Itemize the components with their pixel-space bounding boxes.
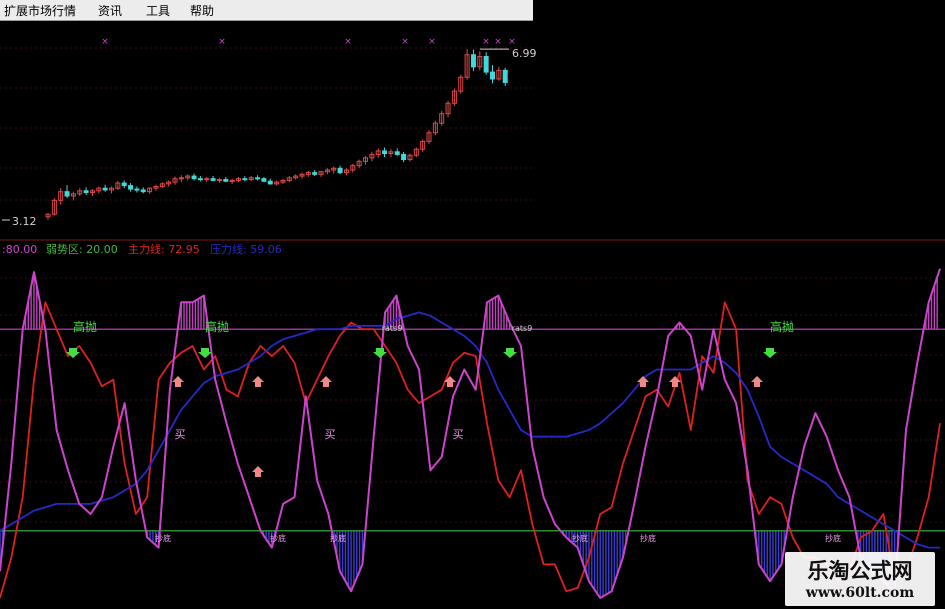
buy-signal-label: 买 <box>325 428 336 441</box>
buy-arrow-icon <box>669 376 681 387</box>
signal-marker: × <box>401 37 409 47</box>
candle-body <box>191 175 197 180</box>
candle-body <box>312 172 318 175</box>
sell-arrow-icon <box>198 348 212 358</box>
oversold-label: 抄底 <box>825 533 841 543</box>
candle-body <box>470 54 476 68</box>
sell-signal-label: 高抛 <box>205 319 229 334</box>
candle-body <box>140 189 146 193</box>
sell-arrow-icon <box>503 348 517 358</box>
sell-arrow-icon <box>373 348 387 358</box>
oversold-label: 抄底 <box>330 533 346 543</box>
menu-item-news[interactable]: 资讯 <box>98 2 122 19</box>
candle-body <box>229 179 235 182</box>
candle-body <box>64 191 70 197</box>
candle-body <box>502 69 508 83</box>
signal-marker: × <box>508 37 516 47</box>
candle-body <box>178 177 184 180</box>
candle-body <box>134 188 140 191</box>
legend-main-line: 主力线: 72.95 <box>128 242 200 256</box>
candle-body <box>197 178 203 181</box>
legend-strong: :80.00 <box>2 243 37 256</box>
signal-marker: × <box>101 37 109 47</box>
candle-body <box>490 71 495 80</box>
menu-item-tools[interactable]: 工具 <box>146 2 170 19</box>
watermark-url: www.60lt.com <box>805 585 915 601</box>
watermark-logo: 乐淘公式网 www.60lt.com <box>785 552 935 606</box>
candle-body <box>210 178 216 181</box>
buy-arrow-icon <box>172 376 184 387</box>
buy-signal-label: 买 <box>453 428 464 441</box>
menu-item-market[interactable]: 扩展市场行情 <box>4 2 76 19</box>
candle-body <box>121 182 127 187</box>
candle-body <box>204 178 210 181</box>
candle-body <box>267 180 273 185</box>
candle-body <box>242 178 248 181</box>
candle-body <box>483 55 489 73</box>
candle-body <box>102 187 108 191</box>
top-markers: × × × × × × × × <box>2 37 516 221</box>
sell-arrow-icon <box>763 348 777 358</box>
low-price-label: 3.12 <box>12 215 37 228</box>
stock-chart: × × × × × × × × 6.99 3.12 :80.00 弱势区: 20.00 主力线… <box>0 37 945 599</box>
oversold-label: 抄底 <box>270 533 286 543</box>
signal-marker: × <box>494 37 502 47</box>
sell-signal-label: rats9 <box>382 324 403 333</box>
sell-signal-label: rats9 <box>512 324 533 333</box>
candle-body <box>394 151 400 155</box>
indicator-panel: 高抛 高抛 rats9 rats9 高抛买 买 买抄底 抄底 抄底 抄底 抄底 抄底 <box>0 268 945 599</box>
candle-body <box>128 185 134 190</box>
menu-item-help[interactable]: 帮助 <box>190 2 214 19</box>
sell-signal-label: 高抛 <box>770 319 794 334</box>
candle-body <box>261 178 267 182</box>
legend-pressure-line: 压力线: 59.06 <box>210 242 282 256</box>
candle-body <box>223 179 229 182</box>
buy-arrow-icon <box>252 466 264 477</box>
candle-body <box>216 179 222 182</box>
sell-signal-label: 高抛 <box>73 319 97 334</box>
buy-arrow-icon <box>252 376 264 387</box>
watermark-title: 乐淘公式网 <box>807 559 913 583</box>
candle-body <box>255 177 261 180</box>
oversold-label: 抄底 <box>155 533 171 543</box>
buy-arrow-icon <box>320 376 332 387</box>
pressure-line-series <box>0 311 940 549</box>
candlestick-series <box>45 49 508 220</box>
menu-bar: 扩展市场行情 资讯 工具 帮助 <box>0 0 533 21</box>
candle-body <box>382 150 388 155</box>
signal-marker: × <box>218 37 226 47</box>
oversold-label: 抄底 <box>572 533 588 543</box>
signal-marker: × <box>344 37 352 47</box>
candle-body <box>401 153 407 161</box>
signal-marker: × <box>428 37 436 47</box>
signal-marker: × <box>482 37 490 47</box>
oversold-label: 抄底 <box>640 533 656 543</box>
buy-arrow-icon <box>751 376 763 387</box>
high-price-label: 6.99 <box>512 47 537 60</box>
candle-body <box>337 167 343 174</box>
candle-body <box>83 190 89 194</box>
legend-weak: 弱势区: 20.00 <box>46 243 118 256</box>
buy-signal-label: 买 <box>175 428 186 441</box>
